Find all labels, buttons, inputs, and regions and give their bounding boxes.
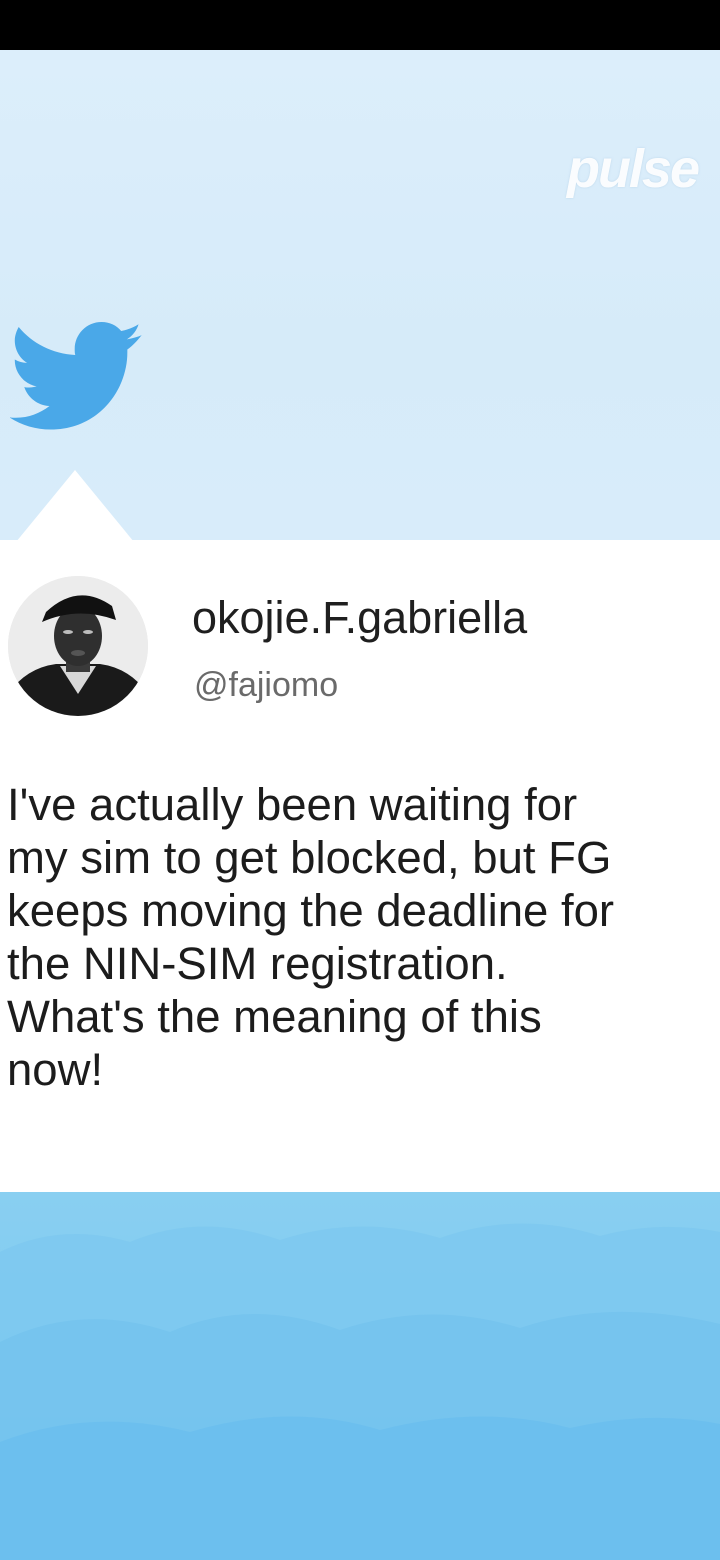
tweet-text: I've actually been waiting for my sim to… — [7, 778, 720, 1096]
user-handle[interactable]: @fajiomo — [194, 666, 338, 705]
header-background: pulse — [0, 50, 720, 540]
twitter-bird-icon — [10, 322, 143, 430]
clouds-decoration — [0, 1223, 720, 1560]
tweet-text-line: What's the meaning of this — [7, 991, 542, 1042]
tweet-text-line: my sim to get blocked, but FG — [7, 832, 612, 883]
pulse-logo: pulse — [566, 139, 700, 199]
tweet-text-line: the NIN-SIM registration. — [7, 938, 508, 989]
tweet-text-line: now! — [7, 1044, 104, 1095]
tweet-text-line: keeps moving the deadline for — [7, 885, 615, 936]
tweet-text-line: I've actually been waiting for — [7, 779, 578, 830]
avatar[interactable] — [8, 576, 148, 716]
tweet-card: okojie.F.gabriella @fajiomo I've actuall… — [0, 540, 720, 1192]
display-name[interactable]: okojie.F.gabriella — [192, 592, 527, 644]
status-bar — [0, 0, 720, 50]
card-pointer — [17, 470, 133, 540]
footer-clouds-background — [0, 1192, 720, 1560]
